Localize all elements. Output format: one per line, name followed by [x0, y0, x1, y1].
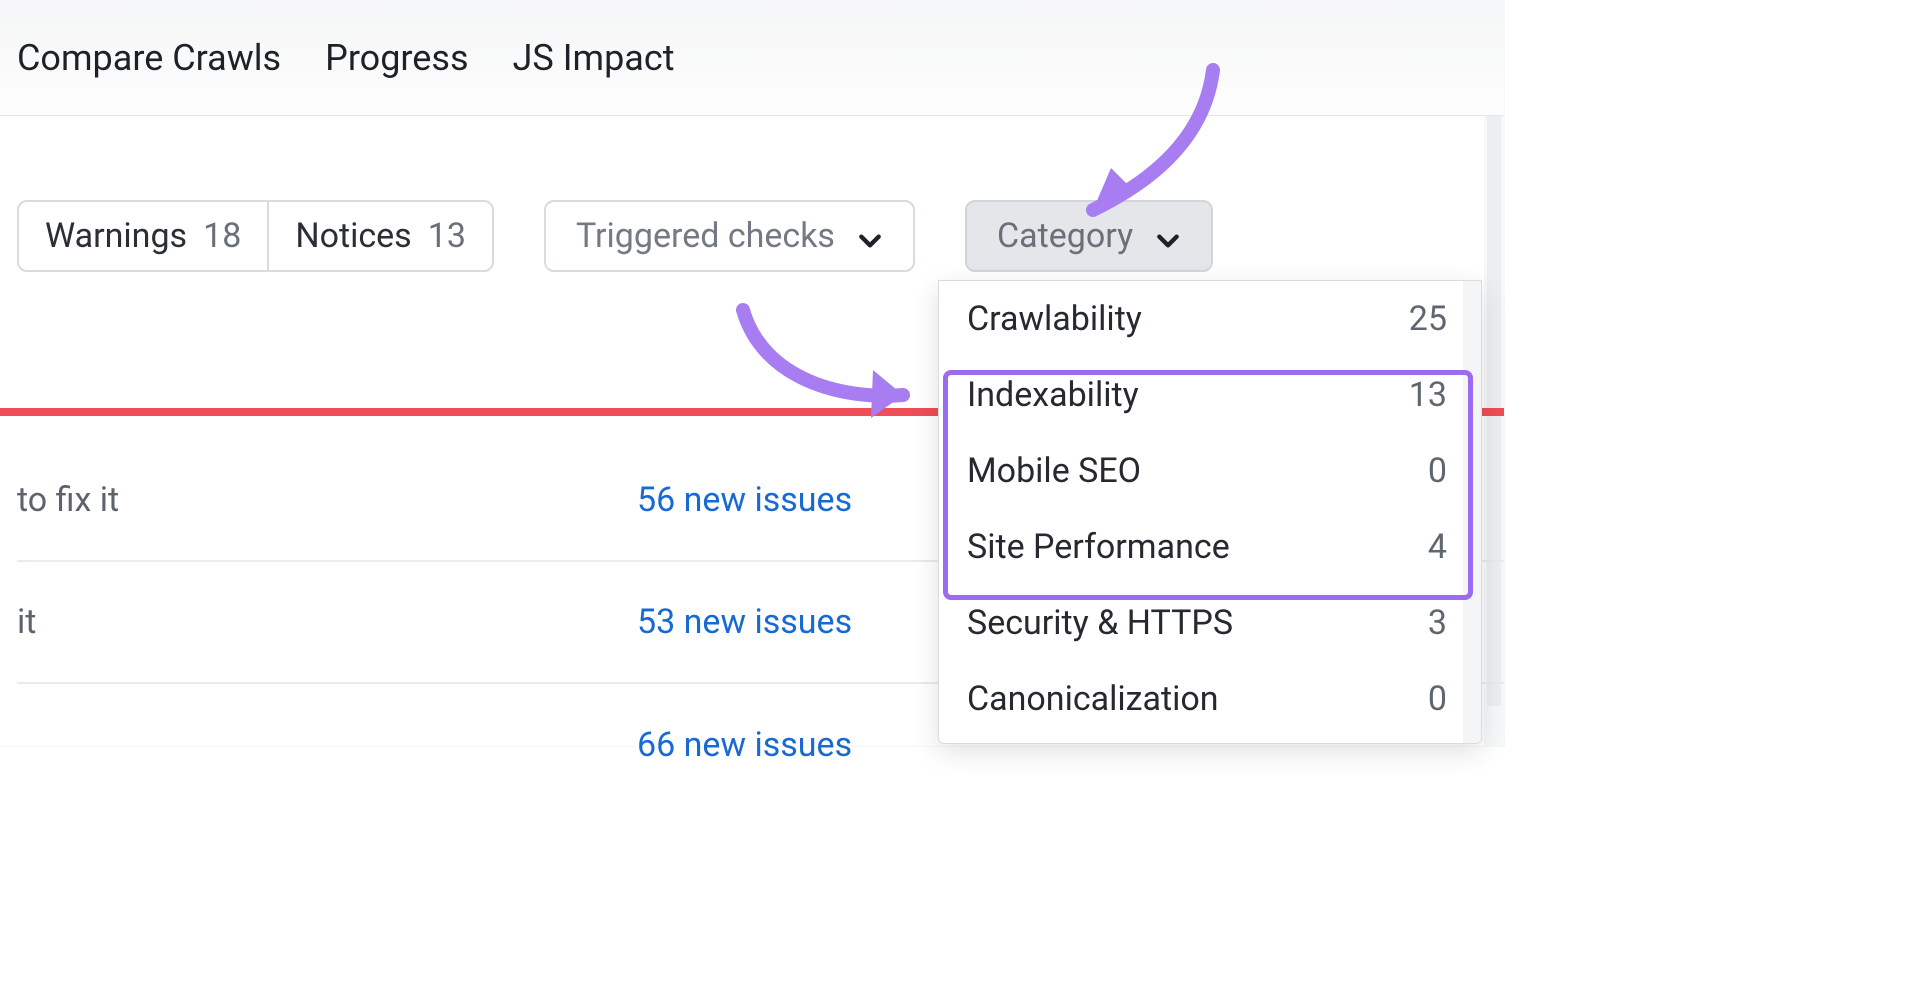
annotation-arrow — [723, 300, 943, 420]
category-name: Mobile SEO — [967, 451, 1141, 491]
category-count: 0 — [1428, 679, 1447, 719]
issue-snippet: to fix it — [17, 480, 637, 520]
category-option-mobile-seo[interactable]: Mobile SEO 0 — [939, 433, 1481, 509]
new-issues-link[interactable]: 66 new issues — [637, 725, 852, 765]
category-label: Category — [997, 216, 1133, 256]
notices-count: 13 — [428, 216, 466, 256]
triggered-checks-label: Triggered checks — [576, 216, 835, 256]
category-option-crawlability[interactable]: Crawlability 25 — [939, 281, 1481, 357]
issue-snippet: it — [17, 602, 637, 642]
category-count: 4 — [1428, 527, 1447, 567]
category-option-indexability[interactable]: Indexability 13 — [939, 357, 1481, 433]
category-count: 25 — [1409, 299, 1447, 339]
tab-js-impact[interactable]: JS Impact — [513, 37, 675, 79]
category-count: 0 — [1428, 451, 1447, 491]
warnings-label: Warnings — [45, 216, 187, 256]
screenshot-stage: Compare Crawls Progress JS Impact Warnin… — [0, 0, 1504, 746]
notices-label: Notices — [295, 216, 411, 256]
tab-compare-crawls[interactable]: Compare Crawls — [17, 37, 281, 79]
category-name: Security & HTTPS — [967, 603, 1233, 643]
scroll-up-icon[interactable]: ▲ — [1466, 283, 1478, 295]
chevron-down-icon — [1155, 223, 1181, 249]
category-name: Indexability — [967, 375, 1139, 415]
category-name: Site Performance — [967, 527, 1230, 567]
filter-bar: Warnings 18 Notices 13 Triggered checks … — [17, 200, 1213, 272]
triggered-checks-dropdown[interactable]: Triggered checks — [544, 200, 915, 272]
new-issues-link[interactable]: 56 new issues — [637, 480, 852, 520]
notices-pill[interactable]: Notices 13 — [267, 202, 492, 270]
category-dropdown[interactable]: Category — [965, 200, 1213, 272]
new-issues-link[interactable]: 53 new issues — [637, 602, 852, 642]
tab-progress[interactable]: Progress — [325, 37, 468, 79]
top-tabs: Compare Crawls Progress JS Impact — [0, 0, 1504, 116]
category-option-canonicalization[interactable]: Canonicalization 0 — [939, 661, 1481, 737]
category-name: Canonicalization — [967, 679, 1219, 719]
warnings-pill[interactable]: Warnings 18 — [19, 202, 267, 270]
category-count: 13 — [1409, 375, 1447, 415]
category-name: Crawlability — [967, 299, 1142, 339]
dropdown-scrollbar-thumb[interactable] — [1465, 417, 1479, 697]
severity-pillgroup: Warnings 18 Notices 13 — [17, 200, 494, 272]
category-option-site-performance[interactable]: Site Performance 4 — [939, 509, 1481, 585]
scroll-down-icon[interactable]: ▼ — [1466, 729, 1478, 741]
category-count: 3 — [1428, 603, 1447, 643]
chevron-down-icon — [857, 223, 883, 249]
category-dropdown-panel: Crawlability 25 Indexability 13 Mobile S… — [938, 280, 1482, 744]
warnings-count: 18 — [203, 216, 241, 256]
category-option-security-https[interactable]: Security & HTTPS 3 — [939, 585, 1481, 661]
